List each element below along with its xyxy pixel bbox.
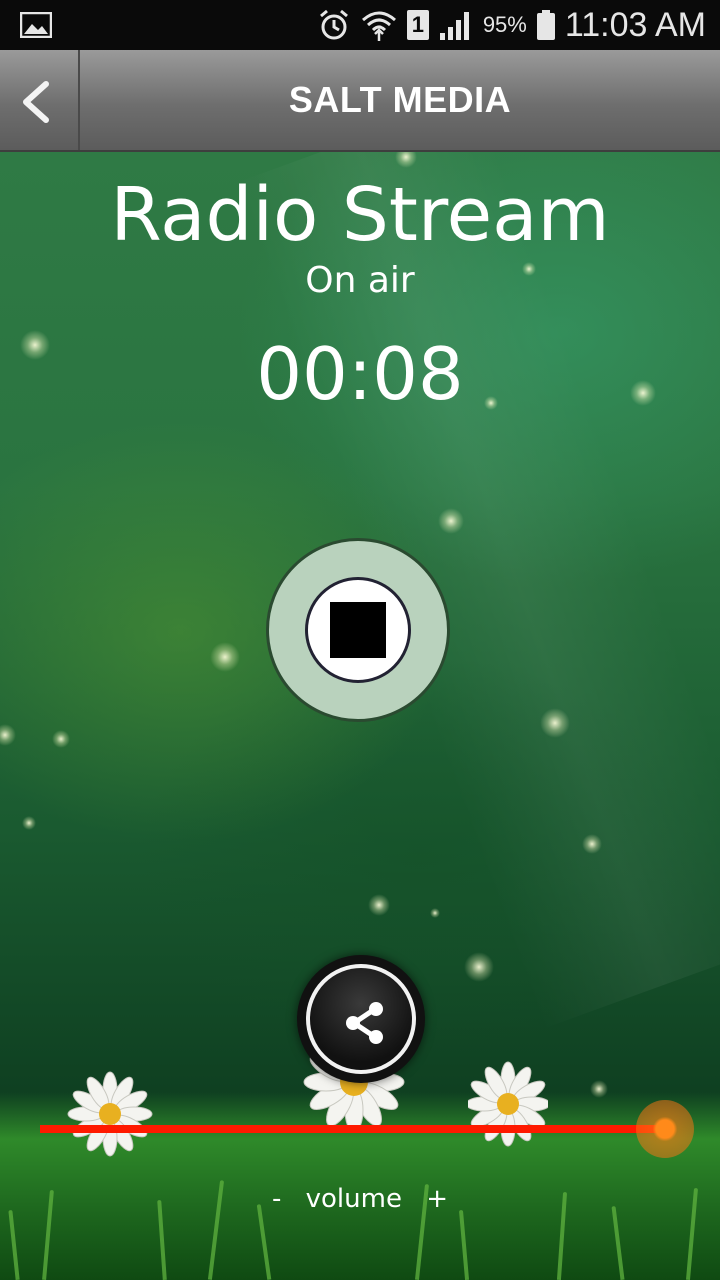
share-button[interactable]	[297, 955, 425, 1083]
volume-slider-thumb[interactable]	[636, 1100, 694, 1158]
stop-button[interactable]	[266, 538, 450, 722]
firefly	[22, 816, 36, 830]
stop-icon	[330, 602, 386, 658]
elapsed-timer: 00:08	[256, 332, 464, 416]
firefly	[430, 908, 440, 918]
grass-blade	[458, 1209, 470, 1280]
volume-slider-track[interactable]	[40, 1125, 670, 1133]
signal-icon	[439, 12, 469, 40]
firefly	[52, 730, 70, 748]
firefly	[464, 952, 494, 982]
gallery-icon	[20, 12, 52, 38]
firefly	[540, 708, 570, 738]
player-screen: Radio Stream On air 00:08 - volume +	[0, 152, 720, 1280]
alarm-icon	[319, 9, 348, 40]
daisy-decoration	[67, 1071, 153, 1157]
stream-title: Radio Stream	[110, 172, 610, 258]
volume-text: volume	[305, 1184, 402, 1214]
volume-minus-label: -	[271, 1184, 282, 1214]
firefly	[0, 724, 16, 746]
clock: 11:03 AM	[564, 5, 706, 44]
share-icon	[346, 1002, 383, 1044]
firefly	[438, 508, 464, 534]
firefly	[582, 834, 602, 854]
sim-icon: 1	[406, 10, 429, 40]
volume-label: - volume +	[0, 1184, 720, 1214]
grass-blade	[8, 1209, 20, 1280]
toolbar-title: SALT MEDIA	[288, 79, 512, 120]
firefly	[368, 894, 390, 916]
app-toolbar: SALT MEDIA	[0, 50, 720, 152]
status-bar: 1 95% 11:03 AM	[0, 0, 720, 50]
volume-plus-label: +	[426, 1184, 449, 1214]
battery-percent: 95%	[482, 12, 527, 37]
battery-icon	[536, 10, 555, 40]
back-button[interactable]	[0, 50, 80, 150]
stream-status: On air	[305, 260, 415, 301]
chevron-left-icon	[23, 81, 49, 123]
firefly	[210, 642, 240, 672]
wifi-icon	[361, 11, 396, 41]
volume-slider-fill	[40, 1125, 670, 1133]
stop-button-face	[305, 577, 411, 683]
daisy-decoration	[468, 1061, 548, 1147]
grass-blade	[611, 1206, 625, 1280]
share-button-ring	[306, 964, 416, 1074]
grass-blade	[256, 1204, 272, 1280]
